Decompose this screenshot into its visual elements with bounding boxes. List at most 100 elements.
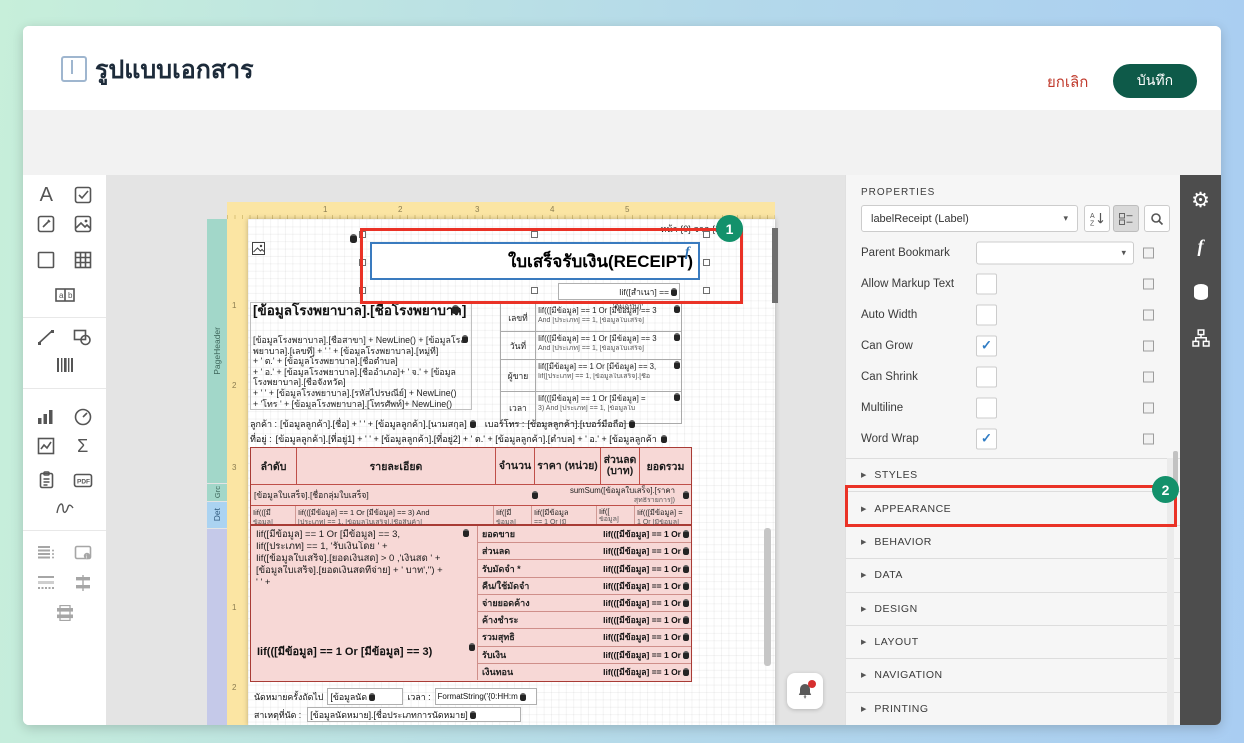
items-table[interactable]: ลำดับ รายละเอียด จำนวน ราคา (หน่วย) ส่วน… bbox=[250, 447, 692, 526]
property-label: Parent Bookmark bbox=[861, 246, 950, 259]
sort-alpha-button[interactable]: AZ bbox=[1084, 205, 1110, 232]
notification-bell-button[interactable] bbox=[787, 673, 823, 709]
page-info-tool-icon[interactable]: i bbox=[70, 540, 96, 566]
cancel-button[interactable]: ยกเลิก bbox=[1047, 70, 1088, 94]
section-navigation[interactable]: ▶ NAVIGATION bbox=[846, 658, 1181, 691]
property-expression-checkbox[interactable] bbox=[1143, 433, 1154, 444]
clipboard-tool-icon[interactable] bbox=[33, 467, 59, 493]
band-pageheader[interactable]: PageHeader bbox=[207, 219, 227, 483]
export-pdf-tool-icon[interactable]: PDF bbox=[70, 467, 96, 493]
can-grow-checkbox[interactable]: ✓ bbox=[976, 335, 997, 356]
table-tool-icon[interactable] bbox=[70, 247, 96, 273]
barcode-tool-icon[interactable] bbox=[52, 352, 78, 378]
can-shrink-checkbox[interactable] bbox=[976, 366, 997, 387]
right-rail: ⚙ f bbox=[1180, 175, 1221, 725]
info-row[interactable]: วันที่ Iif(([มีข้อมูล] == 1 Or [มีข้อมูล… bbox=[500, 331, 682, 359]
property-expression-checkbox[interactable] bbox=[1143, 309, 1154, 320]
image-tool-icon[interactable] bbox=[70, 211, 96, 237]
appointment-reason-row[interactable]: สาเหตุที่นัด : [ข้อมูลนัดหมาย].[ชื่อประเ… bbox=[254, 707, 694, 722]
vertical-ruler: 1 2 3 1 2 bbox=[227, 219, 248, 725]
canvas-scrollbar-thumb[interactable] bbox=[772, 228, 778, 303]
save-button[interactable]: บันทึก bbox=[1113, 64, 1197, 98]
info-row[interactable]: ผู้ขาย Iif([มีข้อมูล] == 1 Or [มีข้อมูล]… bbox=[500, 359, 682, 391]
summary-row[interactable]: ค้างชำระ Iif(([มีข้อมูล] == 1 Or bbox=[477, 612, 691, 630]
col-header: ลำดับ bbox=[251, 448, 297, 484]
richtext-tool-icon[interactable] bbox=[33, 211, 59, 237]
hospital-name-field[interactable]: [ข้อมูลโรงพยาบาล].[ชื่อโรงพยาบาล] bbox=[253, 303, 467, 318]
sparkline-tool-icon[interactable] bbox=[33, 433, 59, 459]
group-view-button[interactable] bbox=[1113, 205, 1139, 232]
settings-gear-icon[interactable]: ⚙ bbox=[1190, 189, 1212, 212]
shape-tool-icon[interactable] bbox=[70, 324, 96, 350]
band-body[interactable] bbox=[207, 529, 227, 725]
summary-block[interactable]: Iif([มีข้อมูล] == 1 Or [มีข้อมูล] == 3, … bbox=[250, 525, 692, 682]
summary-row[interactable]: ส่วนลด Iif(([มีข้อมูล] == 1 Or bbox=[477, 543, 691, 561]
summary-value: Iif(([มีข้อมูล] == 1 Or bbox=[603, 666, 681, 677]
image-placeholder-icon[interactable] bbox=[252, 242, 265, 260]
summary-row[interactable]: จ่ายยอดค้าง Iif(([มีข้อมูล] == 1 Or bbox=[477, 594, 691, 613]
functions-icon[interactable]: f bbox=[1190, 235, 1212, 257]
summary-row[interactable]: รับมัดจำ * Iif(([มีข้อมูล] == 1 Or bbox=[477, 560, 691, 578]
panel-tool-icon[interactable] bbox=[33, 247, 59, 273]
section-printing[interactable]: ▶ PRINTING bbox=[846, 691, 1181, 725]
annotation-badge-2: 2 bbox=[1152, 476, 1179, 503]
footer-band-tool-icon[interactable] bbox=[52, 600, 78, 626]
allow-markup-text-checkbox[interactable] bbox=[976, 273, 997, 294]
property-expression-checkbox[interactable] bbox=[1143, 402, 1154, 413]
text-in-cells-tool-icon[interactable]: ab bbox=[52, 282, 78, 308]
line-tool-icon[interactable] bbox=[33, 324, 59, 350]
database-icon bbox=[463, 529, 469, 537]
property-expression-checkbox[interactable] bbox=[1143, 371, 1154, 382]
receipt-condition-field[interactable]: Iif(([มีข้อมูล] == 1 Or [มีข้อมูล] == 3) bbox=[257, 642, 469, 660]
database-icon bbox=[674, 305, 680, 313]
database-icon bbox=[683, 491, 689, 499]
section-label: LAYOUT bbox=[874, 636, 919, 649]
items-group-row[interactable]: [ข้อมูลใบเสร็จ].[ชื่อกลุ่มใบเสร็จ] sumSu… bbox=[251, 485, 691, 506]
summary-row[interactable]: คืน/ใช้มัดจำ Iif(([มีข้อมูล] == 1 Or bbox=[477, 577, 691, 595]
chart-tool-icon[interactable] bbox=[33, 404, 59, 430]
section-data[interactable]: ▶ DATA bbox=[846, 558, 1181, 591]
customer-row[interactable]: ลูกค้า : [ข้อมูลลูกค้า].[ชื่อ] + ' ' + [… bbox=[250, 416, 694, 431]
word-wrap-checkbox[interactable]: ✓ bbox=[976, 428, 997, 449]
items-detail-row[interactable]: Iif(([มี ข้อมูล] Iif(([มีข้อมูล] == 1 Or … bbox=[251, 506, 691, 526]
band-group[interactable]: Grc bbox=[207, 484, 227, 501]
summary-row[interactable]: รับเงิน Iif(([มีข้อมูล] == 1 Or bbox=[477, 646, 691, 664]
section-behavior[interactable]: ▶ BEHAVIOR bbox=[846, 524, 1181, 558]
property-expression-checkbox[interactable] bbox=[1143, 340, 1154, 351]
checkbox-tool-icon[interactable] bbox=[70, 182, 96, 208]
math-tool-icon[interactable]: Σ bbox=[70, 433, 96, 459]
property-label: Allow Markup Text bbox=[861, 277, 955, 290]
property-label: Can Grow bbox=[861, 339, 913, 352]
property-expression-checkbox[interactable] bbox=[1143, 247, 1154, 258]
summary-row[interactable]: เงินทอน Iif(([มีข้อมูล] == 1 Or bbox=[477, 663, 691, 680]
signature-tool-icon[interactable] bbox=[52, 495, 78, 521]
database-icon bbox=[469, 643, 475, 651]
summary-row[interactable]: ยอดขาย Iif(([มีข้อมูล] == 1 Or bbox=[477, 526, 691, 544]
header-band-tool-icon[interactable] bbox=[33, 570, 59, 596]
payment-expression-field[interactable]: Iif([มีข้อมูล] == 1 Or [มีข้อมูล] == 3, … bbox=[256, 529, 474, 589]
address-value: [ข้อมูลลูกค้า].[ที่อยู่1] + ' ' + [ข้อมู… bbox=[275, 433, 657, 444]
parent-bookmark-dropdown[interactable]: ▾ bbox=[976, 241, 1134, 264]
hierarchy-icon[interactable] bbox=[1190, 327, 1212, 349]
info-row[interactable]: เลขที่ Iif(([มีข้อมูล] == 1 Or [มีข้อมูล… bbox=[500, 303, 682, 331]
center-band-tool-icon[interactable] bbox=[70, 570, 96, 596]
summary-row[interactable]: รวมสุทธิ Iif(([มีข้อมูล] == 1 Or bbox=[477, 629, 691, 647]
text-tool-icon[interactable]: A bbox=[33, 182, 59, 208]
appointment-row[interactable]: นัดหมายครั้งถัดไป [ข้อมูลนัด เวลา : Form… bbox=[254, 688, 694, 705]
hospital-address-field[interactable]: [ข้อมูลโรงพยาบาล].[ชื่อสาขา] + NewLine()… bbox=[253, 335, 469, 409]
multiline-checkbox[interactable] bbox=[976, 397, 997, 418]
section-layout[interactable]: ▶ LAYOUT bbox=[846, 624, 1181, 658]
component-selector[interactable]: labelReceipt (Label) ▾ bbox=[861, 205, 1078, 232]
design-canvas[interactable]: PageHeader Grc Det 1 2 3 1 2 1 2 3 4 5 ห… bbox=[106, 175, 845, 725]
search-button[interactable] bbox=[1144, 205, 1170, 232]
info-value: Iif(([มีข้อมูล] == 1 Or [มีข้อมูล] == 3 bbox=[538, 334, 657, 343]
customer-address-row[interactable]: ที่อยู่ : [ข้อมูลลูกค้า].[ที่อยู่1] + ' … bbox=[250, 431, 694, 446]
data-band-tool-icon[interactable] bbox=[33, 540, 59, 566]
band-detail[interactable]: Det bbox=[207, 502, 227, 528]
gauge-tool-icon[interactable] bbox=[70, 404, 96, 430]
property-expression-checkbox[interactable] bbox=[1143, 278, 1154, 289]
auto-width-checkbox[interactable] bbox=[976, 304, 997, 325]
data-source-icon[interactable] bbox=[1190, 281, 1212, 303]
section-design[interactable]: ▶ DESIGN bbox=[846, 591, 1181, 625]
canvas-scrollbar-lower[interactable] bbox=[764, 528, 771, 666]
